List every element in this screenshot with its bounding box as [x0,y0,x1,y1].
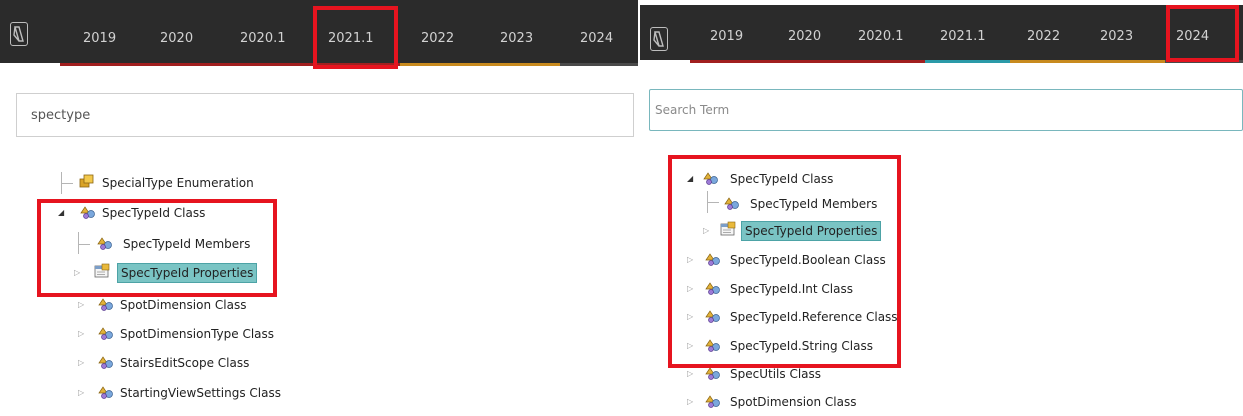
tab-2022[interactable]: 2022 [421,31,454,46]
tree-connector [78,244,90,245]
logo-icon[interactable] [10,22,28,46]
tab-2019[interactable]: 2019 [710,29,743,44]
expand-icon[interactable]: ▷ [687,397,693,406]
tab-2022[interactable]: 2022 [1027,29,1060,44]
tab-2020[interactable]: 2020 [160,31,193,46]
collapse-icon[interactable]: ◢ [687,174,693,183]
properties-icon [719,221,737,240]
class-icon [722,194,740,213]
class-icon [96,324,114,343]
tab-2021-1[interactable]: 2021.1 [328,31,374,46]
expand-icon[interactable]: ▷ [687,255,693,264]
tab-2023[interactable]: 2023 [1100,29,1133,44]
version-stripe [690,60,770,63]
search-box [16,93,634,137]
class-icon [96,353,114,372]
right-panel: 2019 2020 2020.1 2021.1 2022 2023 2024 ◢… [640,5,1243,416]
version-stripe [925,60,1010,63]
expand-icon[interactable]: ▷ [78,358,84,367]
search-box [649,89,1243,131]
tab-2023[interactable]: 2023 [500,31,533,46]
expand-icon[interactable]: ▷ [78,329,84,338]
class-icon [703,307,721,326]
class-icon [703,250,721,269]
tree-connector [61,183,73,184]
expand-icon[interactable]: ▷ [687,284,693,293]
class-icon [701,169,719,188]
version-stripe [560,63,638,66]
left-panel: 2019 2020 2020.1 2021.1 2022 2023 2024 S… [0,0,638,416]
expand-icon[interactable]: ▷ [703,226,709,235]
tab-2024[interactable]: 2024 [1176,29,1209,44]
class-icon [96,295,114,314]
version-stripe [400,63,480,66]
class-icon [703,392,721,411]
version-stripe [845,60,925,63]
logo-icon[interactable] [650,27,668,51]
tab-2020[interactable]: 2020 [788,29,821,44]
expand-icon[interactable]: ▷ [687,312,693,321]
search-input[interactable] [17,94,633,136]
version-stripe [1165,60,1243,63]
version-stripe [220,63,310,66]
expand-icon[interactable]: ▷ [78,388,84,397]
expand-icon[interactable]: ▷ [687,369,693,378]
class-icon [703,336,721,355]
search-input[interactable] [650,90,1242,130]
expand-icon[interactable]: ▷ [74,268,80,277]
version-bar: 2019 2020 2020.1 2021.1 2022 2023 2024 [0,0,638,63]
tree-connector [707,202,719,203]
class-icon [703,364,721,383]
version-stripe [1085,60,1165,63]
enum-icon [78,173,96,192]
version-stripe [310,63,400,66]
tab-2021-1[interactable]: 2021.1 [940,29,986,44]
expand-icon[interactable]: ▷ [78,300,84,309]
tab-2020-1[interactable]: 2020.1 [240,31,286,46]
expand-icon[interactable]: ▷ [687,341,693,350]
version-stripe [140,63,220,66]
collapse-icon[interactable]: ◢ [58,208,64,217]
version-bar: 2019 2020 2020.1 2021.1 2022 2023 2024 [640,5,1243,60]
version-stripe [770,60,845,63]
properties-icon [93,263,111,282]
class-icon [95,234,113,253]
version-stripe [1010,60,1085,63]
class-icon [78,203,96,222]
selected-tree-label[interactable]: SpecTypeId Properties [741,221,882,241]
selected-tree-label[interactable]: SpecTypeId Properties [117,263,258,283]
version-stripe [480,63,560,66]
class-icon [96,383,114,402]
version-stripe [60,63,140,66]
class-icon [703,279,721,298]
tab-2024[interactable]: 2024 [580,31,613,46]
tab-2020-1[interactable]: 2020.1 [858,29,904,44]
tree-connector [78,232,79,254]
tab-2019[interactable]: 2019 [83,31,116,46]
